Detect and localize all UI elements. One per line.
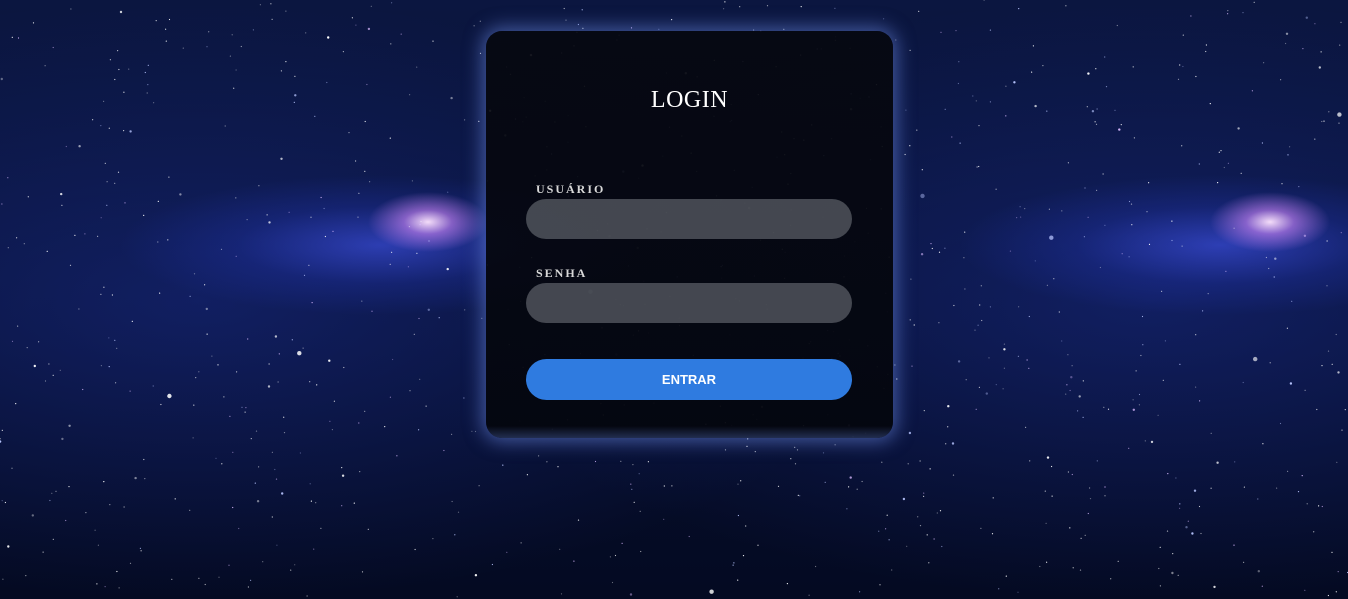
password-label: SENHA	[536, 266, 588, 280]
submit-button[interactable]: ENTRAR	[526, 359, 852, 400]
username-input[interactable]	[526, 199, 852, 239]
login-title: LOGIN	[650, 87, 729, 113]
username-label: USUÁRIO	[536, 182, 606, 196]
password-input[interactable]	[526, 283, 852, 323]
card-bottom-glow	[486, 426, 893, 438]
login-card: LOGIN USUÁRIO SENHA ENTRAR	[486, 31, 893, 438]
